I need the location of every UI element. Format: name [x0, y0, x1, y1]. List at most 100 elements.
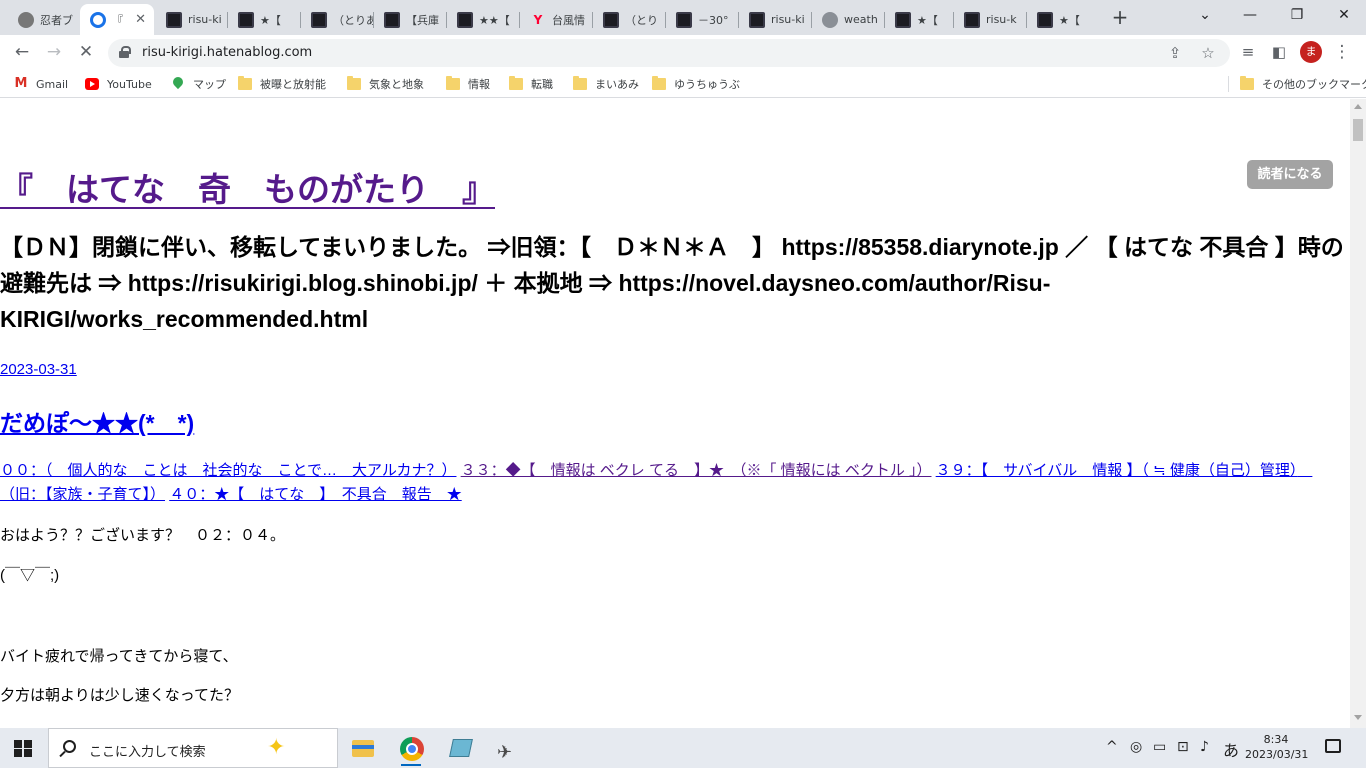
tab-10[interactable]: risu-ki [739, 4, 811, 35]
tab-7[interactable]: Y 台風情 [520, 4, 592, 35]
tab-2[interactable]: risu-ki [156, 4, 226, 35]
taskbar-search-box[interactable]: ここに入力して検索 ✦ [48, 728, 338, 768]
stop-loading-icon[interactable]: ✕ [74, 40, 98, 64]
bookmark-youtube[interactable]: YouTube [85, 76, 152, 92]
tab-8[interactable]: （とり [593, 4, 665, 35]
scroll-up-arrow-icon[interactable] [1354, 104, 1362, 109]
category-link[interactable]: ４０：★【 はてな 】 不具合 報告 ★ [169, 486, 462, 503]
minimize-icon[interactable]: — [1236, 4, 1264, 26]
tab-14[interactable]: ★【 [1027, 4, 1099, 35]
bookmark-folder[interactable]: 情報 [446, 76, 490, 92]
blog-icon [964, 11, 980, 28]
folder-icon [1240, 76, 1254, 90]
tab-active[interactable]: 『 ✕ [80, 4, 154, 35]
category-link[interactable]: ３３：◆【 情報は ベクレ てる 】★ （※「 情報には ベクトル 」） [461, 462, 932, 479]
battery-icon[interactable]: ▭ [1153, 739, 1166, 755]
bookmark-label: 被曝と放射能 [260, 78, 326, 91]
bookmark-gmail[interactable]: M Gmail [14, 76, 69, 92]
tab-13[interactable]: risu-k [954, 4, 1026, 35]
bookmark-folder[interactable]: 気象と地象 [347, 76, 424, 92]
tab-0[interactable]: 忍者ブ [8, 4, 80, 35]
bookmark-label: まいあみ [595, 78, 639, 91]
tab-title: ★【 [260, 13, 281, 27]
tab-5[interactable]: 【兵庫 [374, 4, 446, 35]
bookmark-folder[interactable]: 転職 [509, 76, 553, 92]
windows-start-icon[interactable] [14, 740, 32, 757]
bookmark-label: Gmail [36, 77, 69, 91]
bookmark-maps[interactable]: マップ [171, 76, 226, 92]
new-tab-button[interactable]: + [1108, 5, 1132, 29]
blog-icon [311, 11, 327, 28]
tab-6[interactable]: ★★【 [447, 4, 519, 35]
close-icon[interactable]: ✕ [135, 12, 146, 27]
tab-4[interactable]: （とりあ [301, 4, 373, 35]
blog-icon [166, 11, 182, 28]
profile-avatar[interactable]: ま [1300, 41, 1322, 63]
chrome-app[interactable] [391, 734, 431, 766]
tab-9[interactable]: －30° [666, 4, 738, 35]
airplane-icon: ✈ [497, 742, 513, 763]
camera-icon[interactable]: ◎ [1130, 739, 1142, 755]
blog-description: 【ＤＮ】閉鎖に伴い、移転してまいりました。 ⇒旧領：【 Ｄ＊Ｎ＊Ａ 】 http… [0, 234, 1344, 332]
tab-11[interactable]: weath [812, 4, 884, 35]
ime-indicator[interactable]: あ [1223, 737, 1239, 761]
bookmark-label: 転職 [531, 78, 553, 91]
bookmark-folder[interactable]: 被曝と放射能 [238, 76, 326, 92]
entry-title-link[interactable]: だめぽ～★★(* *) [0, 404, 194, 438]
media-playlist-icon[interactable]: ≡ [1236, 40, 1260, 64]
yahoo-icon: Y [533, 12, 543, 27]
folder-icon [238, 76, 252, 90]
entry-date-link[interactable]: 2023-03-31 [0, 361, 77, 378]
scroll-down-arrow-icon[interactable] [1354, 715, 1362, 720]
system-clock[interactable]: 8:34 2023/03/31 [1245, 732, 1308, 762]
notification-icon[interactable] [1325, 739, 1341, 753]
forward-icon[interactable]: → [42, 40, 66, 64]
lock-icon[interactable] [119, 46, 131, 58]
tab-title: （とり [625, 13, 658, 27]
body-paragraph: おはよう？？ございます？ ０２：０４。 [0, 527, 286, 544]
browser-toolbar: ← → ✕ risu-kirigi.hatenablog.com ⇪ ☆ ≡ ◧… [0, 35, 1366, 70]
blog-title-link[interactable]: 『 はてな 奇 ものがたり 』 [0, 163, 495, 211]
show-hidden-icons-icon[interactable]: ^ [1106, 739, 1118, 755]
tab-title: ★【 [1059, 13, 1080, 27]
category-link[interactable]: ００：（ 個人的な ことは 社会的な ことで… 大アルカナ？） [0, 462, 456, 479]
address-bar[interactable]: risu-kirigi.hatenablog.com ⇪ ☆ [108, 39, 1230, 67]
url-text[interactable]: risu-kirigi.hatenablog.com [142, 45, 312, 60]
page-scrollbar[interactable] [1350, 99, 1366, 728]
notes-app[interactable] [440, 734, 480, 766]
bookmark-folder[interactable]: ゆうちゅうぶ [652, 76, 740, 92]
scroll-thumb[interactable] [1353, 119, 1363, 141]
maps-icon [171, 78, 185, 90]
menu-icon[interactable]: ⋮ [1330, 40, 1354, 64]
bookmark-star-icon[interactable]: ☆ [1197, 42, 1219, 64]
folder-icon [652, 76, 666, 90]
tab-strip: 忍者ブ 『 ✕ risu-ki ★【 （とりあ 【兵庫 ★★【 Y 台風情 （と… [0, 0, 1366, 35]
bookmark-label: その他のブックマーク [1262, 78, 1366, 91]
side-panel-icon[interactable]: ◧ [1267, 40, 1291, 64]
sparkle-icon: ✦ [267, 735, 286, 760]
subscribe-button[interactable]: 読者になる [1247, 160, 1333, 189]
tab-search-icon[interactable]: ⌄ [1191, 4, 1219, 26]
airplane-app[interactable]: ✈ [489, 734, 529, 766]
volume-icon[interactable]: ♪ [1200, 739, 1209, 755]
tab-12[interactable]: ★【 [885, 4, 953, 35]
tab-title: 台風情 [552, 13, 585, 27]
bookmark-label: マップ [193, 78, 226, 91]
folder-icon [509, 76, 523, 90]
blog-icon [238, 11, 254, 28]
other-bookmarks[interactable]: その他のブックマーク [1240, 76, 1366, 92]
chrome-icon [400, 737, 424, 761]
share-icon[interactable]: ⇪ [1164, 42, 1186, 64]
network-icon[interactable]: ⊡ [1177, 739, 1189, 755]
page-content: 『 はてな 奇 ものがたり 』 読者になる 【ＤＮ】閉鎖に伴い、移転してまいりま… [0, 99, 1350, 728]
tab-title: weath [844, 13, 878, 26]
close-window-icon[interactable]: ✕ [1330, 4, 1358, 26]
back-icon[interactable]: ← [10, 40, 34, 64]
bookmark-folder[interactable]: まいあみ [573, 76, 639, 92]
tab-3[interactable]: ★【 [228, 4, 300, 35]
file-explorer-app[interactable] [342, 734, 382, 766]
bookmarks-bar: M Gmail YouTube マップ 被曝と放射能 気象と地象 情報 転職 ま… [0, 70, 1366, 98]
blog-icon [749, 11, 765, 28]
restore-icon[interactable]: ❐ [1283, 4, 1311, 26]
tab-title: （とりあ [333, 13, 373, 27]
